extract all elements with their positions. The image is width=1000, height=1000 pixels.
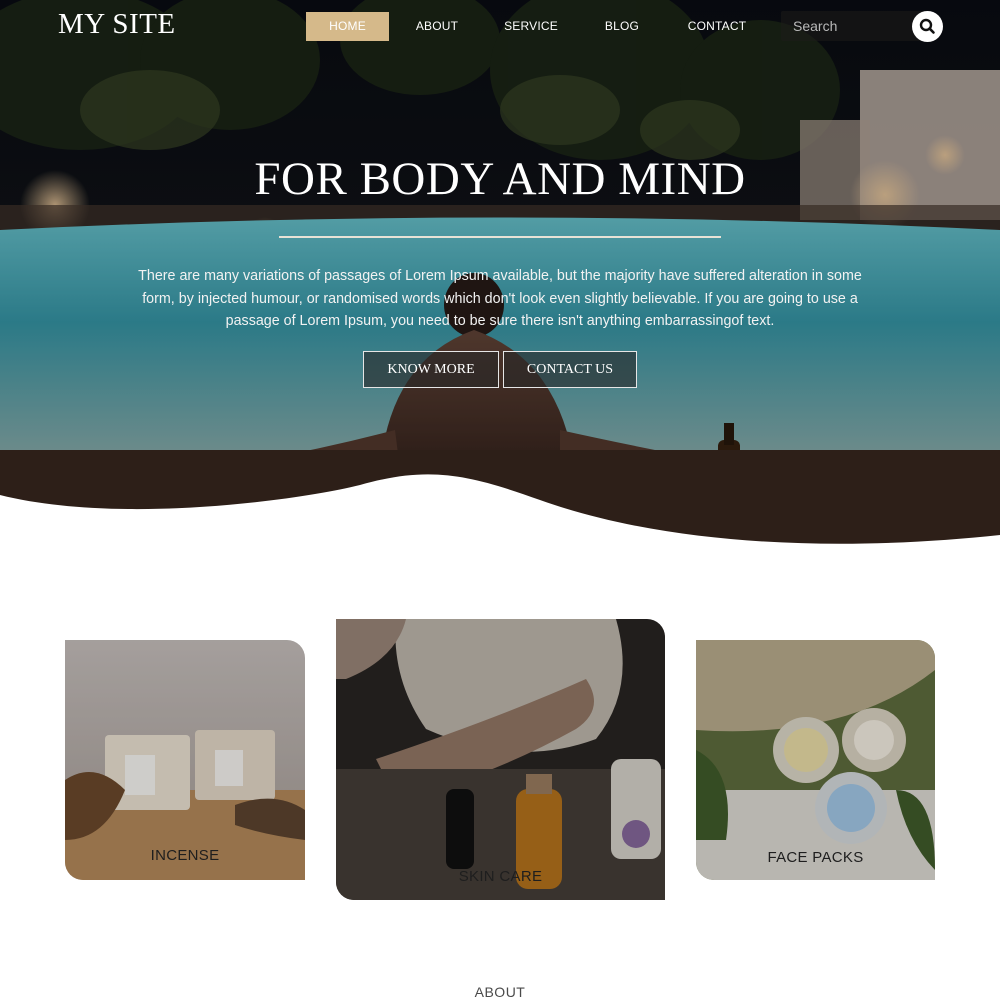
search-box [781, 11, 926, 41]
card-label: INCENSE [150, 847, 220, 864]
hero-description: There are many variations of passages of… [138, 268, 862, 330]
card-label: FACE PACKS [767, 849, 864, 866]
search-button[interactable] [912, 11, 943, 42]
nav-service[interactable]: SERVICE [497, 12, 565, 41]
hero-section: MY SITE HOME ABOUT SERVICE BLOG CONTACT … [0, 0, 1000, 560]
search-icon [919, 18, 935, 34]
site-logo[interactable]: MY SITE [58, 8, 176, 41]
search-input[interactable] [793, 11, 903, 41]
face-packs-image [696, 640, 935, 880]
card-incense[interactable]: INCENSE [65, 640, 305, 880]
nav-blog[interactable]: BLOG [596, 12, 648, 41]
know-more-button[interactable]: KNOW MORE [363, 351, 499, 388]
about-heading: ABOUT [474, 984, 526, 1000]
hero-title: FOR BODY AND MIND [254, 153, 746, 205]
hero-divider [279, 236, 721, 238]
card-label: SKIN CARE [458, 868, 543, 885]
hero-wave-divider [0, 474, 1000, 560]
skin-care-image [336, 619, 665, 900]
card-face-packs[interactable]: FACE PACKS [696, 640, 935, 880]
card-skin-care[interactable]: SKIN CARE [336, 619, 665, 900]
incense-image [65, 640, 305, 880]
contact-us-button[interactable]: CONTACT US [503, 351, 637, 388]
nav-home[interactable]: HOME [306, 12, 389, 41]
nav-about[interactable]: ABOUT [405, 12, 469, 41]
nav-contact[interactable]: CONTACT [683, 12, 751, 41]
